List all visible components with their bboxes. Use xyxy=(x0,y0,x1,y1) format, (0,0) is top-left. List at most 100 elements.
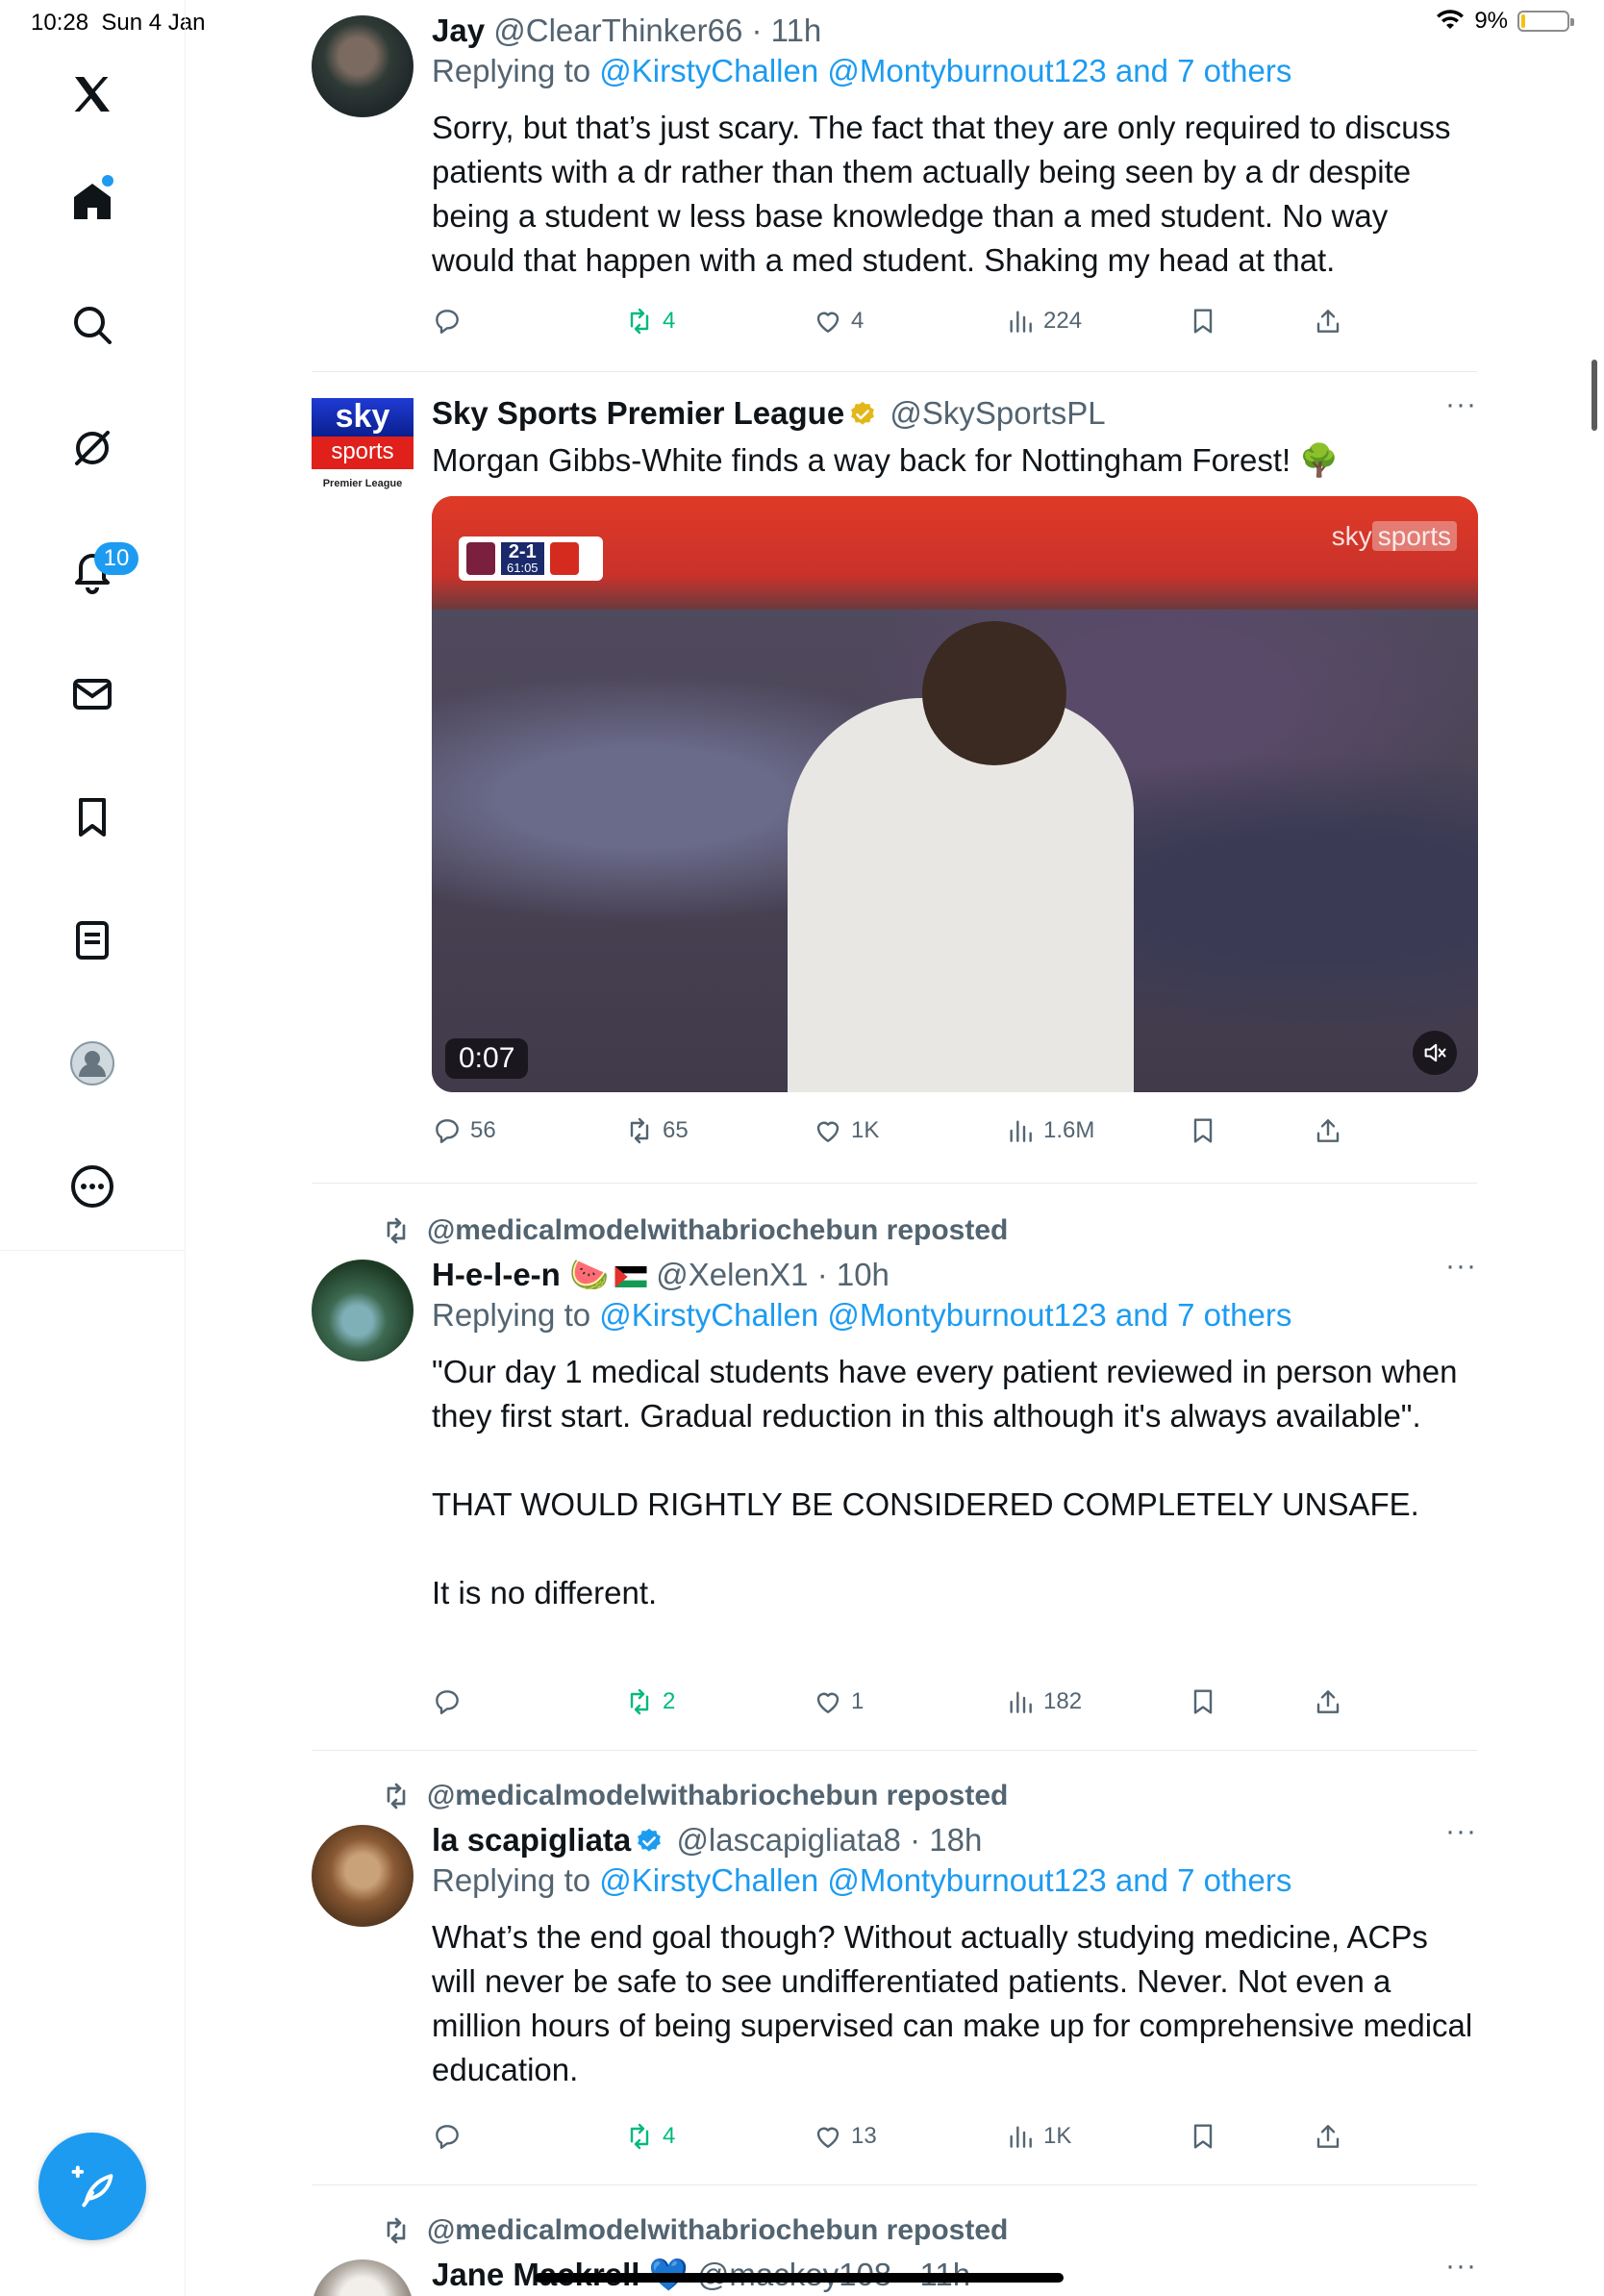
repost-context[interactable]: @medicalmodelwithabriochebun reposted xyxy=(381,1213,1008,1248)
tweet-header: la scapigliata @lascapigliata8 · 18h xyxy=(432,1821,1477,1859)
post-time: · 11h xyxy=(751,12,822,48)
reply-icon xyxy=(436,1690,459,1714)
share-button[interactable] xyxy=(1313,302,1343,340)
repost-button[interactable]: 4 xyxy=(624,2117,675,2156)
heart-icon xyxy=(816,2127,840,2148)
messages-envelope-icon[interactable] xyxy=(62,663,123,725)
home-indicator[interactable] xyxy=(535,2273,1064,2283)
reply-button[interactable] xyxy=(432,1683,470,1721)
views-button[interactable]: 1.6M xyxy=(1005,1111,1094,1150)
views-button[interactable]: 182 xyxy=(1005,1683,1082,1721)
avatar-jay[interactable] xyxy=(312,15,414,117)
views-button[interactable]: 224 xyxy=(1005,302,1082,340)
grok-icon[interactable] xyxy=(62,417,123,479)
views-chart-icon xyxy=(1010,1120,1032,1142)
replying-to-users-link[interactable]: @KirstyChallen @Montyburnout123 and 7 ot… xyxy=(599,1862,1291,1898)
share-icon xyxy=(1316,1690,1340,1713)
views-button[interactable]: 1K xyxy=(1005,2117,1071,2156)
avatar-sky-sports[interactable]: sky sports Premier League xyxy=(312,398,414,500)
repost-button[interactable]: 65 xyxy=(624,1111,689,1150)
video-timecode: 0:07 xyxy=(445,1038,529,1079)
more-options-dots-icon[interactable]: ··· xyxy=(1439,1817,1477,1850)
bookmark-button[interactable] xyxy=(1188,2117,1218,2156)
lists-icon[interactable] xyxy=(62,910,123,971)
palestine-flag-icon xyxy=(614,1266,647,1287)
mute-button[interactable] xyxy=(1413,1031,1457,1075)
tweet-divider xyxy=(312,2184,1477,2185)
like-button[interactable]: 4 xyxy=(813,302,864,340)
battery-level xyxy=(1521,14,1525,28)
reposted-by-text: @medicalmodelwithabriochebun reposted xyxy=(427,1780,1009,1811)
replying-to: Replying to @KirstyChallen @Montyburnout… xyxy=(432,1859,1477,1902)
more-options-icon[interactable] xyxy=(62,1156,123,1217)
author-name[interactable]: Sky Sports Premier League xyxy=(432,395,844,431)
author-handle[interactable]: @SkySportsPL xyxy=(890,395,1105,431)
bookmark-icon xyxy=(1193,309,1213,334)
replying-to-users-link[interactable]: @KirstyChallen @Montyburnout123 and 7 ot… xyxy=(599,1297,1291,1333)
like-count: 1 xyxy=(851,1688,865,1714)
compose-feather-icon xyxy=(71,2165,113,2208)
video-player[interactable]: 2-1 61:05 sky sports 0:07 xyxy=(432,496,1478,1092)
repost-context[interactable]: @medicalmodelwithabriochebun reposted xyxy=(381,1779,1008,1813)
share-button[interactable] xyxy=(1313,1683,1343,1721)
battery-percent: 9% xyxy=(1474,8,1508,34)
verified-gold-badge-icon xyxy=(851,401,875,425)
tweet-jay[interactable]: Jay @ClearThinker66 · 11h Replying to @K… xyxy=(312,12,1477,358)
like-button[interactable]: 1K xyxy=(813,1111,879,1150)
share-button[interactable] xyxy=(1313,1111,1343,1150)
views-chart-icon xyxy=(1010,2126,1032,2148)
author-handle[interactable]: @XelenX1 xyxy=(656,1257,808,1292)
author-name[interactable]: H-e-l-e-n 🍉 xyxy=(432,1257,609,1292)
reply-button[interactable]: 56 xyxy=(432,1111,496,1150)
reposted-by-text: @medicalmodelwithabriochebun reposted xyxy=(427,1214,1009,1246)
share-icon xyxy=(1316,2125,1340,2148)
more-options-dots-icon[interactable]: ··· xyxy=(1439,1252,1477,1285)
avatar-la-scapigliata[interactable] xyxy=(312,1825,414,1927)
sidebar-divider xyxy=(0,1250,185,1251)
video-scoreboard: 2-1 61:05 xyxy=(459,537,603,581)
bookmark-button[interactable] xyxy=(1188,302,1218,340)
tweet-divider xyxy=(312,1750,1477,1751)
home-icon[interactable] xyxy=(62,171,123,233)
reply-button[interactable] xyxy=(432,2117,470,2156)
tweet-sky-sports[interactable]: sky sports Premier League Sky Sports Pre… xyxy=(312,390,1478,1163)
avatar-helen[interactable] xyxy=(312,1260,414,1361)
aston-villa-crest-icon xyxy=(466,542,495,575)
repost-small-icon xyxy=(387,2217,406,2244)
profile-avatar-icon[interactable] xyxy=(62,1033,123,1094)
reply-icon xyxy=(436,310,459,334)
replying-to-users-link[interactable]: @KirstyChallen @Montyburnout123 and 7 ot… xyxy=(599,53,1291,88)
like-button[interactable]: 1 xyxy=(813,1683,864,1721)
bookmark-button[interactable] xyxy=(1188,1683,1218,1721)
author-name[interactable]: Jay xyxy=(432,12,485,48)
scrollbar-thumb[interactable] xyxy=(1591,360,1597,431)
verified-blue-badge-icon xyxy=(638,1828,662,1852)
more-options-dots-icon[interactable]: ··· xyxy=(1439,390,1477,423)
more-options-dots-icon[interactable]: ··· xyxy=(1439,2256,1477,2284)
tweet-actions: 56 65 1K 1.6M xyxy=(432,1111,1355,1150)
avatar-premier-league-label: Premier League xyxy=(322,478,403,489)
search-icon[interactable] xyxy=(62,294,123,356)
reply-button[interactable] xyxy=(432,302,470,340)
share-button[interactable] xyxy=(1313,2117,1343,2156)
x-logo-icon[interactable] xyxy=(62,63,123,125)
author-name[interactable]: la scapigliata xyxy=(432,1822,631,1858)
tweet-la-scapigliata[interactable]: la scapigliata @lascapigliata8 · 18h ···… xyxy=(312,1817,1477,2167)
repost-button[interactable]: 4 xyxy=(624,302,675,340)
like-count: 13 xyxy=(851,2123,877,2149)
avatar-jane-mackrell[interactable] xyxy=(312,2259,414,2296)
tweet-helen[interactable]: H-e-l-e-n 🍉 @XelenX1 · 10h ··· Replying … xyxy=(312,1252,1477,1717)
sky-sports-watermark: sky sports xyxy=(1332,521,1457,552)
home-unread-dot xyxy=(102,175,113,187)
compose-post-button[interactable] xyxy=(38,2133,146,2240)
bookmark-button[interactable] xyxy=(1188,1111,1218,1150)
author-handle[interactable]: @ClearThinker66 xyxy=(493,12,742,48)
bookmarks-icon[interactable] xyxy=(62,786,123,848)
author-handle[interactable]: @lascapigliata8 xyxy=(676,1822,900,1858)
repost-icon xyxy=(630,1688,649,1715)
repost-count: 4 xyxy=(663,2123,676,2149)
repost-context[interactable]: @medicalmodelwithabriochebun reposted xyxy=(381,2213,1008,2248)
views-chart-icon xyxy=(1010,311,1032,333)
repost-button[interactable]: 2 xyxy=(624,1683,675,1721)
like-button[interactable]: 13 xyxy=(813,2117,877,2156)
